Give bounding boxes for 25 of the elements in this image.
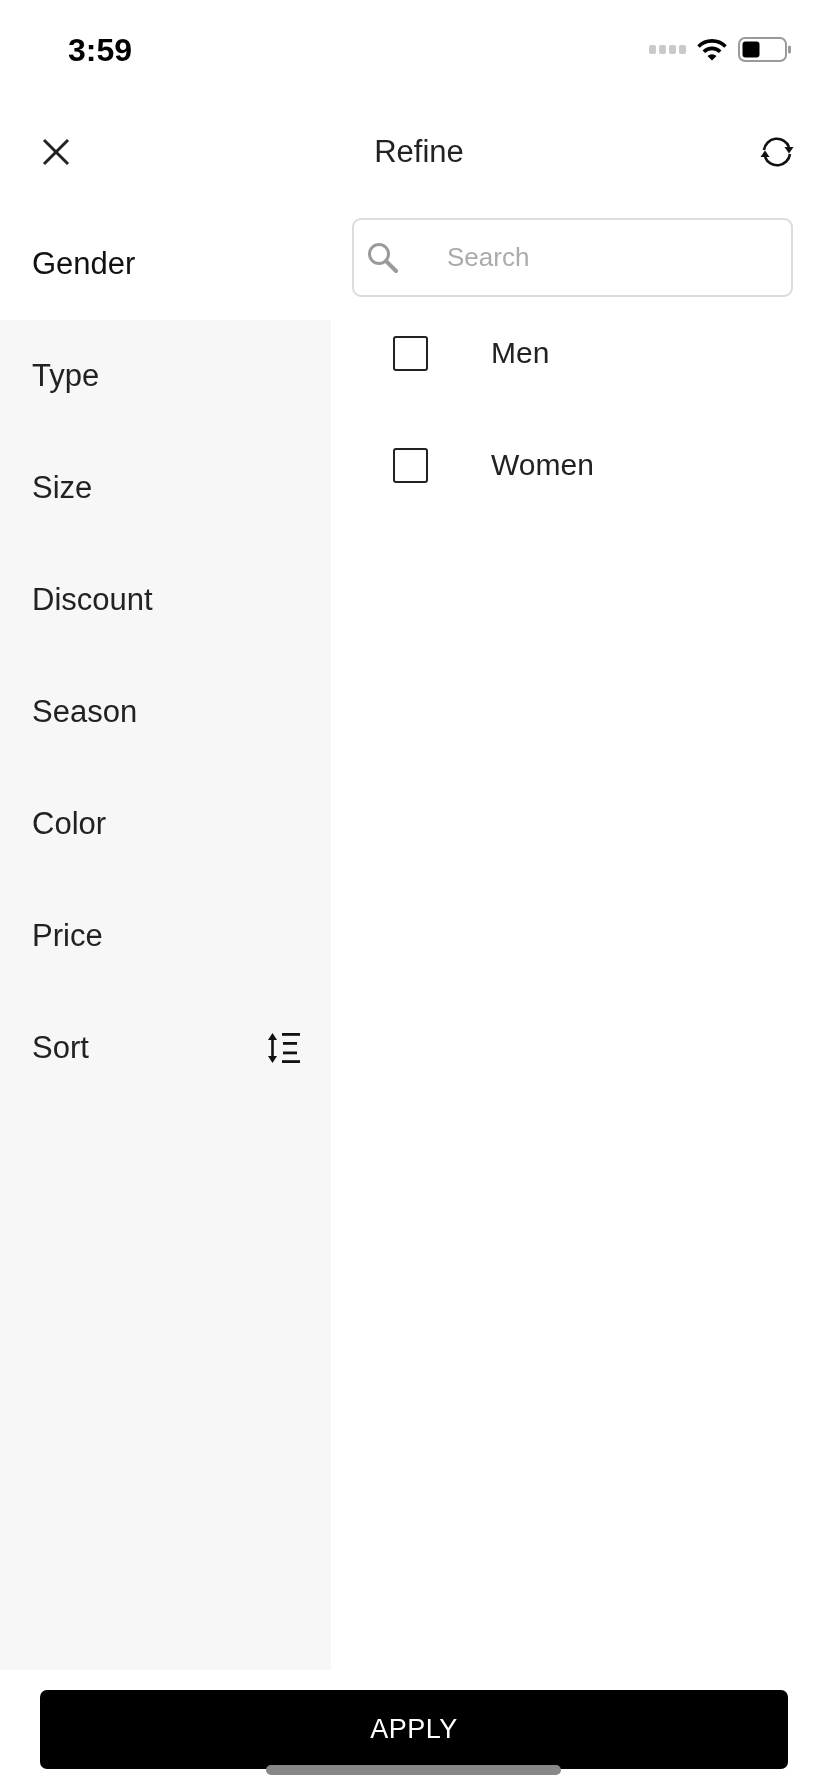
- page-title: Refine: [374, 132, 464, 171]
- checkbox[interactable]: [393, 335, 428, 371]
- sidebar-item[interactable]: Type: [0, 320, 331, 432]
- sidebar-item[interactable]: Price: [0, 880, 331, 992]
- sidebar-item[interactable]: Season: [0, 656, 331, 768]
- close-icon: [42, 137, 70, 166]
- option-label[interactable]: Men: [491, 335, 550, 371]
- sidebar-item[interactable]: Color: [0, 768, 331, 880]
- wifi-icon: [696, 38, 728, 61]
- sort-icon: [267, 1033, 300, 1063]
- refresh-button[interactable]: [758, 134, 796, 169]
- refresh-icon: [758, 134, 796, 169]
- sidebar-item[interactable]: Discount: [0, 544, 331, 656]
- sidebar-item[interactable]: Gender: [0, 208, 331, 320]
- search-icon: [367, 242, 398, 273]
- sidebar-item[interactable]: Sort: [0, 992, 331, 1104]
- option-label[interactable]: Women: [491, 447, 594, 483]
- signal-icon: [649, 45, 686, 54]
- apply-button[interactable]: APPLY: [40, 1690, 788, 1769]
- sidebar-item[interactable]: Size: [0, 432, 331, 544]
- battery-icon: [738, 37, 791, 62]
- checkbox[interactable]: [393, 447, 428, 483]
- close-button[interactable]: [42, 137, 70, 166]
- status-time: 3:59: [68, 33, 133, 66]
- search-field[interactable]: Search: [352, 218, 793, 297]
